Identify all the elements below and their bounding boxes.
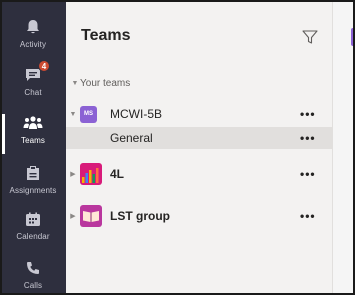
team-avatar: MS [80, 105, 97, 123]
rail-item-teams[interactable]: Teams [2, 109, 64, 159]
chat-unread-badge: 4 [38, 60, 50, 72]
section-label: Your teams [80, 78, 131, 89]
filter-button[interactable] [301, 28, 319, 46]
active-indicator [2, 114, 5, 154]
rail-item-calls[interactable]: Calls [2, 257, 64, 293]
chevron-right-icon: ▶ [70, 213, 76, 220]
teams-panel: Teams ▼ Your teams ▼ MS MCWI-5B ••• Gene… [66, 2, 333, 293]
your-teams-section[interactable]: ▼ Your teams [70, 78, 131, 89]
app-window: Activity 4 Chat Teams Assignments Calend… [0, 0, 355, 295]
team-image [80, 163, 102, 185]
rail-item-calendar[interactable]: Calendar [2, 208, 64, 258]
rail-label-chat: Chat [24, 88, 42, 97]
panel-header: Teams [66, 2, 333, 68]
bell-icon [21, 16, 45, 38]
more-options-button[interactable]: ••• [300, 209, 316, 223]
rail-label-teams: Teams [20, 136, 46, 145]
team-avatar [351, 28, 353, 46]
channel-name: General [110, 131, 153, 145]
filter-icon [302, 30, 318, 44]
chevron-down-icon: ▼ [71, 80, 79, 87]
rail-item-activity[interactable]: Activity [2, 16, 64, 66]
rail-item-assignments[interactable]: Assignments [2, 162, 64, 212]
rail-label-calls: Calls [23, 281, 43, 290]
rail-label-calendar: Calendar [16, 232, 50, 241]
chevron-right-icon: ▶ [70, 171, 76, 178]
team-name: 4L [110, 167, 125, 181]
team-row-lst-group[interactable]: ▶ LST group ••• [66, 203, 333, 229]
page-title: Teams [81, 27, 131, 44]
teams-icon [21, 112, 45, 134]
team-row-mcwi-5b[interactable]: ▼ MS MCWI-5B ••• [66, 101, 333, 127]
more-options-button[interactable]: ••• [300, 107, 316, 121]
team-name: LST group [110, 209, 170, 223]
app-rail: Activity 4 Chat Teams Assignments Calend… [2, 2, 66, 293]
rail-label-assignments: Assignments [9, 186, 57, 195]
more-options-button[interactable]: ••• [300, 167, 316, 181]
rail-item-chat[interactable]: 4 Chat [2, 60, 64, 114]
assignments-icon [21, 162, 45, 184]
team-row-4l[interactable]: ▶ 4L ••• [66, 161, 333, 187]
main-content-edge [333, 2, 353, 293]
chevron-down-icon: ▼ [69, 110, 77, 118]
phone-icon [21, 257, 45, 279]
channel-row-general[interactable]: General ••• [66, 127, 333, 149]
rail-label-activity: Activity [19, 40, 47, 49]
team-name: MCWI-5B [110, 107, 162, 121]
chat-icon: 4 [21, 60, 50, 86]
team-image [80, 205, 102, 227]
calendar-icon [21, 208, 45, 230]
more-options-button[interactable]: ••• [300, 131, 316, 145]
